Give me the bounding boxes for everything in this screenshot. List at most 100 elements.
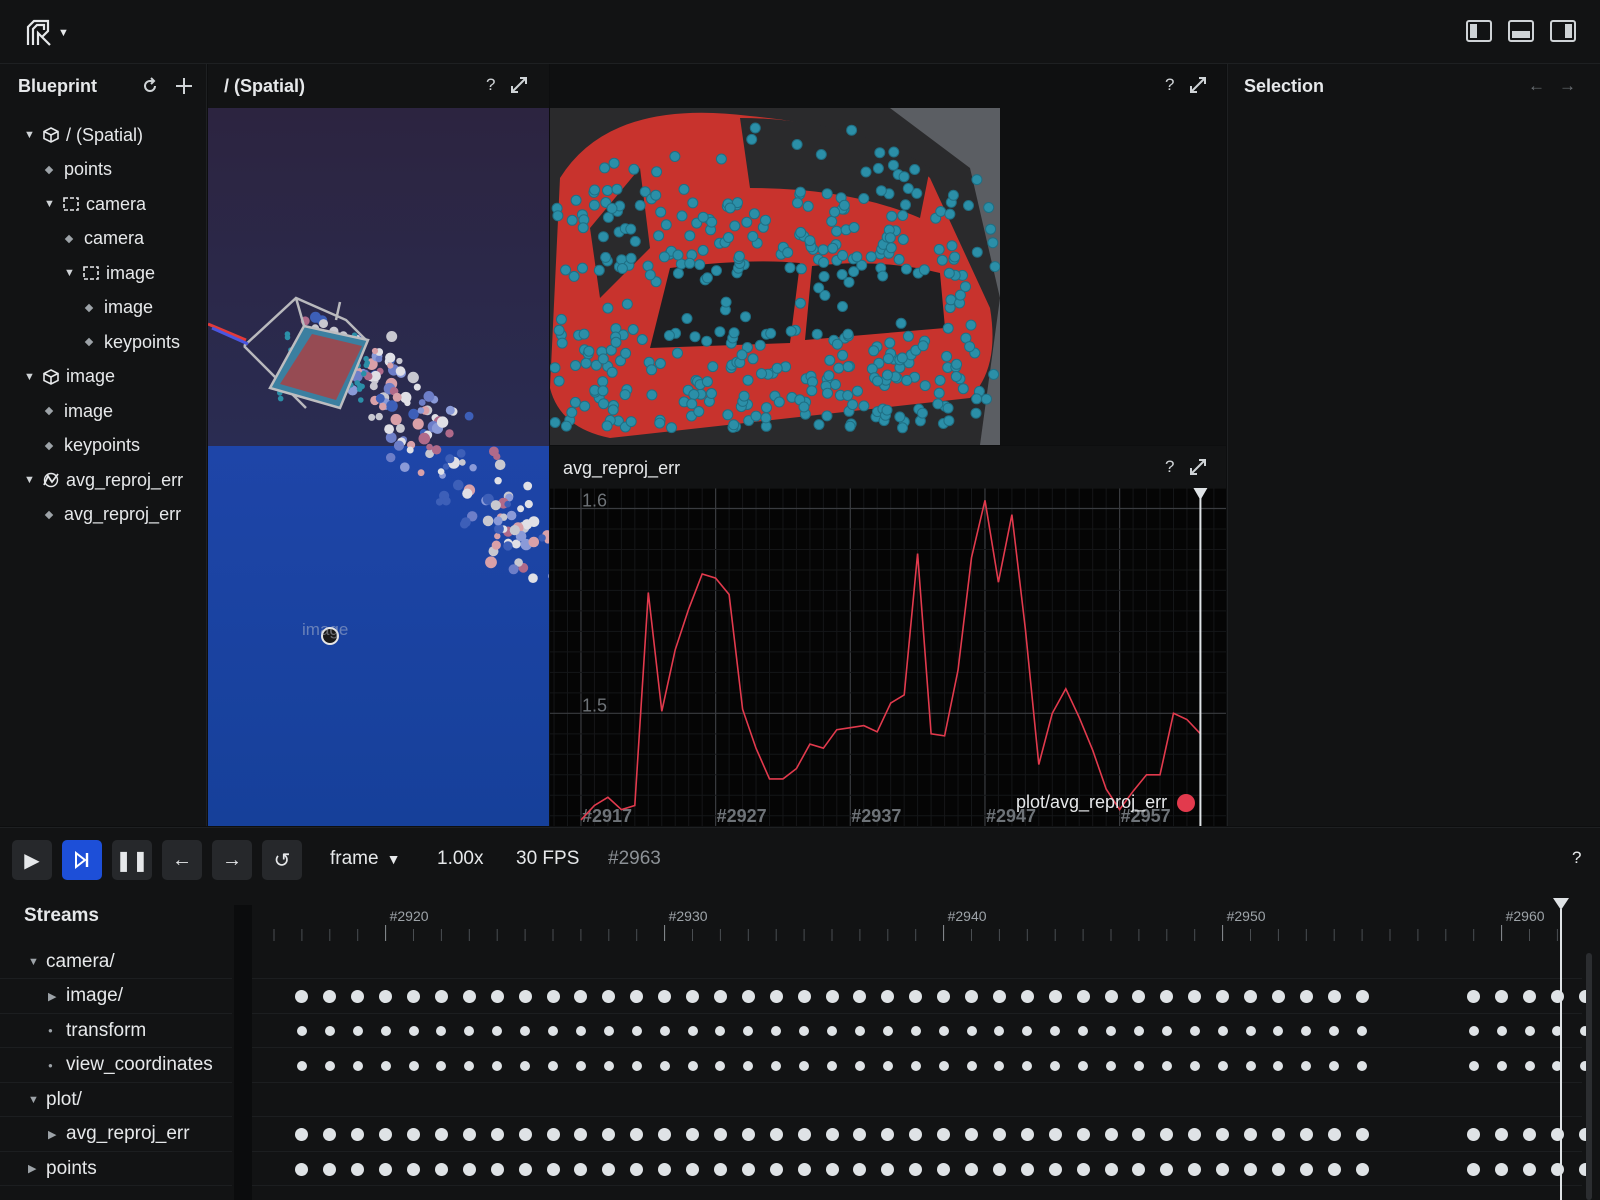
maximize-icon[interactable] <box>1188 75 1208 95</box>
event-dot[interactable] <box>965 990 978 1003</box>
event-dot[interactable] <box>1495 990 1509 1003</box>
blueprint-tree-item[interactable]: image <box>44 398 113 424</box>
event-dot[interactable] <box>1106 1060 1116 1071</box>
event-dot[interactable] <box>407 1128 420 1141</box>
add-icon[interactable] <box>174 76 194 96</box>
stream-row-label[interactable]: ▶ points <box>0 1152 232 1186</box>
event-dot[interactable] <box>769 1162 783 1176</box>
event-dot[interactable] <box>630 1162 644 1176</box>
event-dot[interactable] <box>380 1026 391 1036</box>
maximize-icon[interactable] <box>509 75 529 95</box>
event-dot[interactable] <box>909 1162 923 1176</box>
event-dot[interactable] <box>882 1060 893 1071</box>
event-dot[interactable] <box>1355 1162 1369 1176</box>
event-dot[interactable] <box>490 1128 504 1141</box>
event-dot[interactable] <box>295 1162 309 1176</box>
event-dot[interactable] <box>1132 1162 1146 1176</box>
toggle-bottom-panel-icon[interactable] <box>1508 20 1534 42</box>
event-dot[interactable] <box>686 1162 699 1176</box>
camera-image[interactable] <box>550 108 1000 445</box>
event-dot[interactable] <box>1327 1128 1341 1141</box>
app-menu[interactable]: ▼ <box>24 16 74 50</box>
expand-triangle-icon[interactable]: ▼ <box>24 129 36 141</box>
event-dot[interactable] <box>1329 1026 1340 1036</box>
event-dot[interactable] <box>1048 990 1062 1003</box>
event-dot[interactable] <box>1495 1128 1509 1141</box>
event-dot[interactable] <box>1301 1026 1312 1036</box>
event-dot[interactable] <box>658 1128 672 1141</box>
event-dot[interactable] <box>799 1026 810 1036</box>
event-dot[interactable] <box>546 1162 560 1176</box>
event-dot[interactable] <box>938 1026 949 1036</box>
event-dot[interactable] <box>937 990 951 1003</box>
pause-button[interactable]: ❚❚ <box>112 840 152 880</box>
event-dot[interactable] <box>825 990 839 1003</box>
event-dot[interactable] <box>965 1128 978 1141</box>
event-dot[interactable] <box>1189 1026 1200 1036</box>
event-dot[interactable] <box>436 1060 447 1071</box>
event-dot[interactable] <box>797 1162 811 1176</box>
expand-triangle-icon[interactable]: ▶ <box>48 1128 66 1141</box>
expand-triangle-icon[interactable]: ▼ <box>44 198 56 210</box>
event-dot[interactable] <box>1104 990 1118 1003</box>
event-dot[interactable] <box>1022 1060 1033 1071</box>
stream-row-label[interactable]: ▶ image/ <box>0 980 232 1014</box>
current-frame[interactable]: #2963 <box>608 848 661 870</box>
event-dot[interactable] <box>853 990 867 1003</box>
event-dot[interactable] <box>296 1060 307 1071</box>
event-dot[interactable] <box>1160 1128 1174 1141</box>
event-dot[interactable] <box>323 990 337 1003</box>
event-dot[interactable] <box>602 990 616 1003</box>
event-dot[interactable] <box>910 1026 921 1036</box>
stream-lane[interactable] <box>252 980 1592 1014</box>
event-dot[interactable] <box>966 1060 977 1071</box>
stream-row-label[interactable]: ▶ avg_reproj_err <box>0 1118 232 1152</box>
event-dot[interactable] <box>324 1026 335 1036</box>
event-dot[interactable] <box>1357 1060 1368 1071</box>
event-dot[interactable] <box>407 1162 420 1176</box>
expand-triangle-icon[interactable]: ▼ <box>28 956 46 968</box>
event-dot[interactable] <box>490 990 504 1003</box>
event-dot[interactable] <box>1022 1026 1033 1036</box>
event-dot[interactable] <box>992 1162 1006 1176</box>
event-dot[interactable] <box>602 1162 616 1176</box>
back-arrow-icon[interactable]: ← <box>1528 76 1545 96</box>
blueprint-tree-item[interactable]: avg_reproj_err <box>44 502 181 528</box>
event-dot[interactable] <box>1244 1162 1257 1176</box>
stream-row-label[interactable]: ● view_coordinates <box>0 1049 232 1083</box>
event-dot[interactable] <box>1076 1162 1090 1176</box>
event-dot[interactable] <box>686 990 699 1003</box>
event-dot[interactable] <box>771 1060 782 1071</box>
maximize-icon[interactable] <box>1188 457 1208 477</box>
timeline-selector[interactable]: frame ▼ <box>330 848 400 870</box>
event-dot[interactable] <box>408 1060 419 1071</box>
event-dot[interactable] <box>909 990 923 1003</box>
event-dot[interactable] <box>1299 1162 1313 1176</box>
event-dot[interactable] <box>462 1162 476 1176</box>
event-dot[interactable] <box>658 1162 672 1176</box>
event-dot[interactable] <box>1160 1162 1174 1176</box>
event-dot[interactable] <box>715 1060 726 1071</box>
event-dot[interactable] <box>715 1026 726 1036</box>
event-dot[interactable] <box>1020 1162 1034 1176</box>
event-dot[interactable] <box>518 990 532 1003</box>
event-dot[interactable] <box>1524 1026 1535 1036</box>
event-dot[interactable] <box>518 1162 532 1176</box>
event-dot[interactable] <box>687 1060 698 1071</box>
help-icon[interactable]: ? <box>486 75 495 95</box>
event-dot[interactable] <box>1048 1128 1062 1141</box>
event-dot[interactable] <box>434 990 448 1003</box>
event-dot[interactable] <box>1133 1060 1144 1071</box>
event-dot[interactable] <box>1050 1026 1061 1036</box>
blueprint-tree-item[interactable]: ▼ camera <box>44 191 146 217</box>
event-dot[interactable] <box>797 990 811 1003</box>
event-dot[interactable] <box>1104 1162 1118 1176</box>
stream-lane[interactable] <box>252 1118 1592 1152</box>
event-dot[interactable] <box>351 1128 365 1141</box>
event-dot[interactable] <box>575 1026 586 1036</box>
event-dot[interactable] <box>1216 1128 1230 1141</box>
fps-field[interactable]: 30 FPS <box>516 848 579 870</box>
event-dot[interactable] <box>434 1162 448 1176</box>
event-dot[interactable] <box>1160 990 1174 1003</box>
event-dot[interactable] <box>546 1128 560 1141</box>
